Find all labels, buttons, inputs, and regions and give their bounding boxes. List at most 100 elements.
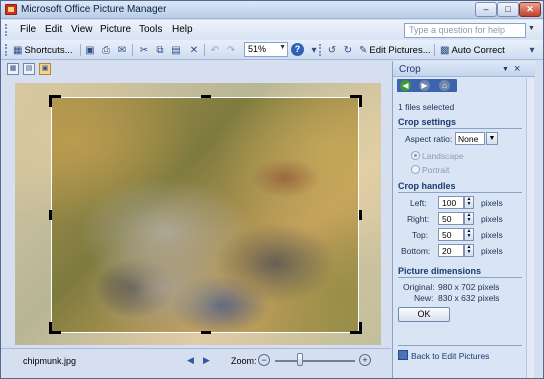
crop-rectangle[interactable] xyxy=(51,97,359,333)
portrait-label: Portrait xyxy=(422,165,450,175)
zoom-percent-select[interactable]: 51% ▼ xyxy=(244,42,288,57)
menu-help[interactable]: Help xyxy=(172,24,193,35)
edit-pictures-label: Edit Pictures... xyxy=(369,44,431,56)
current-filename: chipmunk.jpg xyxy=(23,356,77,366)
menu-file[interactable]: File xyxy=(20,24,36,35)
original-size-value: 980 x 702 pixels xyxy=(438,282,500,292)
redo-icon[interactable]: ↷ xyxy=(224,43,238,57)
shortcuts-button[interactable]: ▦ Shortcuts... xyxy=(13,43,73,57)
edit-pictures-button[interactable]: ✎ Edit Pictures... xyxy=(359,43,431,57)
top-handle-input[interactable]: 50 xyxy=(438,228,464,241)
maximize-button[interactable]: □ xyxy=(497,2,519,17)
chevron-down-icon[interactable]: ▼ xyxy=(528,25,535,32)
chevron-down-icon: ▼ xyxy=(279,44,286,51)
section-divider xyxy=(398,128,522,129)
single-picture-view-icon[interactable]: ▣ xyxy=(39,63,51,75)
toolbar-grip[interactable] xyxy=(319,44,322,56)
crop-handle-bottom[interactable] xyxy=(201,331,211,334)
crop-handle-left[interactable] xyxy=(49,210,52,220)
undo-icon[interactable]: ↶ xyxy=(208,43,222,57)
left-handle-spinner[interactable]: ▲ ▼ xyxy=(464,196,474,209)
cropped-area-top xyxy=(15,83,381,97)
toolbar-options-icon[interactable]: ▾ xyxy=(525,43,539,57)
crop-handles-heading: Crop handles xyxy=(398,181,456,191)
auto-correct-button[interactable]: ▩ Auto Correct xyxy=(440,43,505,57)
toolbar-separator xyxy=(204,44,205,56)
minimize-button[interactable]: – xyxy=(475,2,497,17)
home-icon[interactable]: ⌂ xyxy=(439,80,450,91)
menu-tools[interactable]: Tools xyxy=(139,24,162,35)
close-window-button[interactable]: ✕ xyxy=(519,2,541,17)
picture-preview xyxy=(15,83,381,345)
thumbnail-view-icon[interactable]: ▦ xyxy=(7,63,19,75)
new-size-value: 830 x 632 pixels xyxy=(438,293,500,303)
ok-button[interactable]: OK xyxy=(398,307,450,322)
copy-icon[interactable]: ⧉ xyxy=(153,43,167,57)
help-question-input[interactable]: Type a question for help xyxy=(404,23,526,38)
filmstrip-view-icon[interactable]: ▤ xyxy=(23,63,35,75)
crop-task-pane: Crop ▼ × ◀ ▶ ⌂ 1 files selected Crop set… xyxy=(392,61,535,378)
save-icon[interactable]: ▣ xyxy=(83,43,97,57)
title-bar: Microsoft Office Picture Manager – □ ✕ xyxy=(1,1,543,19)
crop-handle-top-right[interactable] xyxy=(359,95,362,107)
menu-view[interactable]: View xyxy=(71,24,93,35)
crop-handle-top-left[interactable] xyxy=(49,95,52,107)
cropped-area-left xyxy=(15,97,51,345)
chevron-down-icon[interactable]: ▼ xyxy=(486,132,498,145)
left-handle-unit: pixels xyxy=(481,198,503,208)
zoom-out-icon[interactable]: − xyxy=(258,354,270,366)
right-handle-spinner[interactable]: ▲ ▼ xyxy=(464,212,474,225)
back-arrow-icon[interactable]: ◀ xyxy=(400,80,411,91)
bottom-handle-spinner[interactable]: ▲ ▼ xyxy=(464,244,474,257)
back-to-edit-pictures-link[interactable]: Back to Edit Pictures xyxy=(411,351,489,361)
crop-handle-bottom-right[interactable] xyxy=(359,322,362,334)
zoom-slider-track[interactable] xyxy=(275,360,355,362)
menu-edit[interactable]: Edit xyxy=(45,24,62,35)
crop-handle-top[interactable] xyxy=(201,95,211,98)
rotate-left-icon[interactable]: ↺ xyxy=(325,43,339,57)
next-picture-icon[interactable]: ▶ xyxy=(203,355,210,366)
zoom-slider-thumb[interactable] xyxy=(297,353,303,366)
landscape-radio[interactable] xyxy=(411,151,420,160)
aspect-ratio-label: Aspect ratio: xyxy=(405,134,453,144)
shortcuts-icon: ▦ xyxy=(13,44,23,56)
print-icon[interactable]: ⎙ xyxy=(99,43,113,57)
top-handle-unit: pixels xyxy=(481,230,503,240)
new-size-label: New: xyxy=(414,293,434,303)
pane-scrollbar[interactable] xyxy=(526,78,534,378)
zoom-in-icon[interactable]: + xyxy=(359,354,371,366)
zoom-label: Zoom: xyxy=(231,356,257,366)
menu-bar: File Edit View Picture Tools Help Type a… xyxy=(1,20,543,40)
portrait-radio[interactable] xyxy=(411,165,420,174)
rotate-right-icon[interactable]: ↻ xyxy=(341,43,355,57)
chevron-down-icon[interactable]: ▼ xyxy=(502,66,509,73)
edit-pictures-icon[interactable] xyxy=(398,350,408,360)
picture-dimensions-heading: Picture dimensions xyxy=(398,266,482,276)
previous-picture-icon[interactable]: ◀ xyxy=(187,355,194,366)
picture-canvas xyxy=(1,77,391,347)
crop-handle-bottom-left[interactable] xyxy=(49,322,52,334)
pane-title: Crop xyxy=(399,64,421,75)
paste-icon[interactable]: ▤ xyxy=(169,43,183,57)
menu-grip[interactable] xyxy=(5,24,8,36)
close-icon[interactable]: × xyxy=(514,63,520,75)
auto-correct-icon: ▩ xyxy=(440,44,450,56)
email-icon[interactable]: ✉ xyxy=(115,43,129,57)
left-handle-input[interactable]: 100 xyxy=(438,196,464,209)
menu-picture[interactable]: Picture xyxy=(100,24,131,35)
help-icon[interactable]: ? xyxy=(291,43,304,56)
window-title: Microsoft Office Picture Manager xyxy=(21,4,167,15)
toolbar-separator xyxy=(80,44,81,56)
delete-icon[interactable]: ✕ xyxy=(187,43,201,57)
zoom-percent-value: 51% xyxy=(248,44,267,54)
forward-arrow-icon[interactable]: ▶ xyxy=(419,80,430,91)
cropped-area-right xyxy=(359,97,381,345)
right-handle-input[interactable]: 50 xyxy=(438,212,464,225)
bottom-handle-unit: pixels xyxy=(481,246,503,256)
bottom-handle-input[interactable]: 20 xyxy=(438,244,464,257)
toolbar-grip[interactable] xyxy=(5,44,8,56)
top-handle-spinner[interactable]: ▲ ▼ xyxy=(464,228,474,241)
crop-handle-right[interactable] xyxy=(359,210,362,220)
aspect-ratio-select[interactable]: None xyxy=(455,132,485,145)
cut-icon[interactable]: ✂ xyxy=(137,43,151,57)
